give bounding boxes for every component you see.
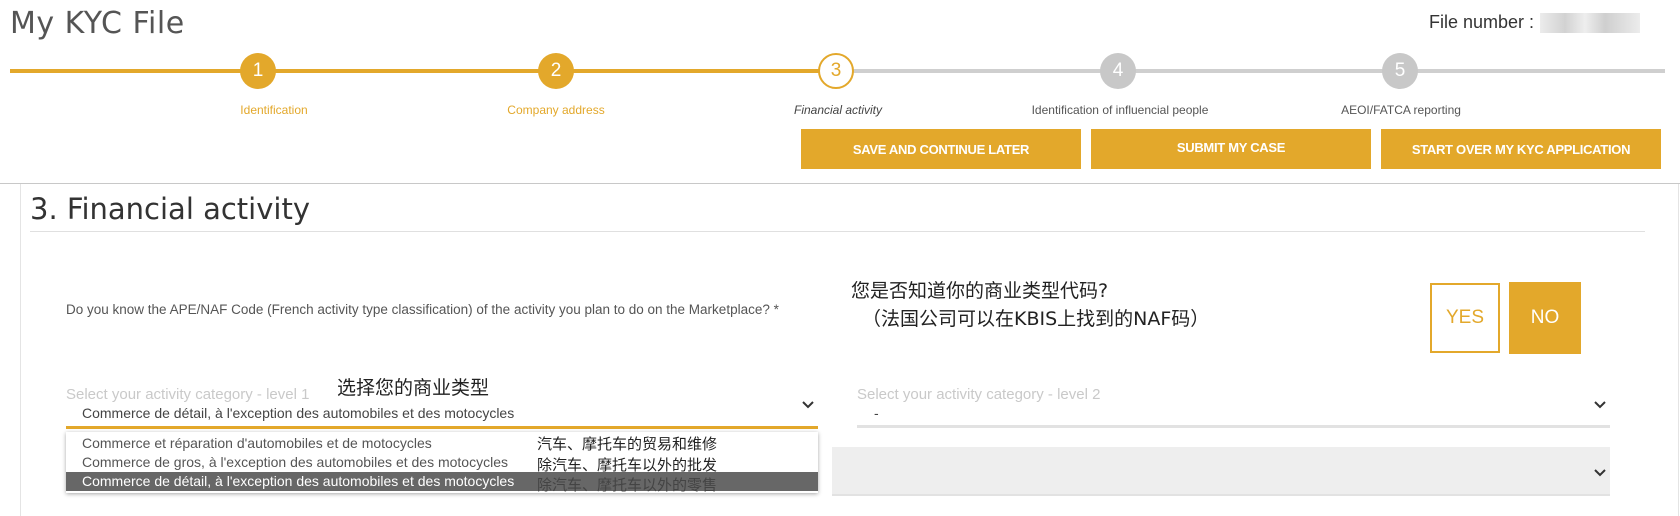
- chevron-down-icon[interactable]: [1593, 468, 1607, 478]
- file-number-label: File number :: [1428, 12, 1534, 32]
- yes-button[interactable]: YES: [1430, 283, 1500, 353]
- category-level1-select[interactable]: Commerce de détail, à l'exception des au…: [82, 405, 514, 421]
- category-level1-underline: [66, 426, 818, 429]
- progress-track-remaining: [837, 69, 1665, 73]
- question-note-line2: （法国公司可以在KBIS上找到的NAF码）: [862, 308, 1210, 330]
- category-level1-label: Select your activity category - level 1: [66, 386, 310, 403]
- submit-case-button[interactable]: SUBMIT MY CASE: [1091, 129, 1371, 169]
- step-4-label: Identification of influencial people: [1031, 103, 1209, 117]
- question-note-line1: 您是否知道你的商业类型代码?: [851, 280, 1109, 302]
- progress-track-completed: [10, 69, 837, 73]
- option-note-1: 汽车、摩托车的贸易和维修: [537, 435, 718, 453]
- section-title: 3. Financial activity: [30, 192, 310, 226]
- step-3-marker[interactable]: 3: [818, 53, 854, 89]
- section-divider: [30, 231, 1645, 232]
- no-button[interactable]: NO: [1509, 282, 1581, 354]
- category-level2-select[interactable]: -: [874, 405, 879, 421]
- step-1-label[interactable]: Identification: [240, 103, 307, 117]
- file-number: File number :: [1429, 12, 1640, 33]
- option-note-2: 除汽车、摩托车以外的批发: [537, 456, 718, 474]
- category-level3-select[interactable]: [832, 447, 1610, 496]
- category-level2-label: Select your activity category - level 2: [857, 386, 1101, 403]
- ape-naf-question: Do you know the APE/NAF Code (French act…: [66, 302, 779, 317]
- step-4-marker: 4: [1100, 53, 1136, 89]
- save-continue-later-button[interactable]: SAVE AND CONTINUE LATER: [801, 129, 1081, 169]
- step-1-marker[interactable]: 1: [240, 53, 276, 89]
- step-3-label: Financial activity: [793, 103, 883, 117]
- chevron-down-icon[interactable]: [801, 400, 815, 410]
- file-number-value-redacted: [1540, 12, 1640, 33]
- step-5-marker: 5: [1382, 53, 1418, 89]
- step-5-label: AEOI/FATCA reporting: [1341, 103, 1461, 117]
- step-2-marker[interactable]: 2: [538, 53, 574, 89]
- category-level1-note: 选择您的商业类型: [337, 377, 490, 399]
- option-note-3: 除汽车、摩托车以外的零售: [537, 476, 718, 494]
- start-over-button[interactable]: START OVER MY KYC APPLICATION: [1381, 129, 1661, 169]
- progress-stepper: 1 2 3 4 5: [10, 44, 1665, 104]
- chevron-down-icon[interactable]: [1593, 400, 1607, 410]
- category-level2-underline: [857, 425, 1610, 428]
- step-2-label[interactable]: Company address: [507, 103, 604, 117]
- page-title: My KYC File: [10, 6, 185, 41]
- category-level3-underline: [832, 494, 1610, 496]
